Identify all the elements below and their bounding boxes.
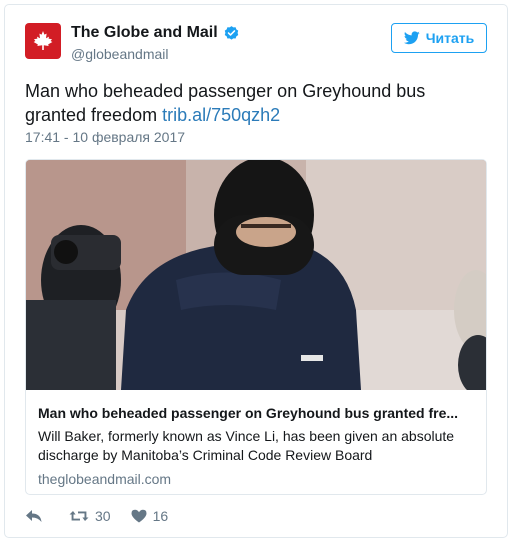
avatar[interactable] (25, 23, 61, 59)
retweet-button[interactable]: 30 (69, 508, 111, 524)
tweet-card: The Globe and Mail @globeandmail Читать … (4, 4, 508, 538)
reply-button[interactable] (25, 509, 49, 523)
tweet-timestamp[interactable]: 17:41 - 10 февраля 2017 (25, 129, 185, 145)
card-body: Man who beheaded passenger on Greyhound … (26, 390, 486, 494)
card-image[interactable] (26, 160, 486, 390)
heart-icon (131, 509, 147, 523)
account-handle[interactable]: @globeandmail (71, 46, 240, 62)
like-count: 16 (152, 508, 169, 524)
maple-leaf-icon (33, 31, 53, 50)
display-name-row: The Globe and Mail (71, 23, 240, 43)
retweet-count: 30 (95, 508, 111, 524)
tweet-link[interactable]: trib.al/750qzh2 (162, 105, 280, 125)
tweet-text: Man who beheaded passenger on Greyhound … (25, 79, 485, 127)
display-name[interactable]: The Globe and Mail (71, 24, 218, 42)
card-title[interactable]: Man who beheaded passenger on Greyhound … (38, 404, 474, 422)
follow-button[interactable]: Читать (391, 23, 487, 53)
reply-icon (26, 510, 42, 522)
follow-button-label: Читать (425, 30, 475, 46)
card-domain[interactable]: theglobeandmail.com (38, 471, 474, 487)
retweet-icon (69, 511, 89, 521)
tweet-header: The Globe and Mail @globeandmail Читать (25, 23, 487, 69)
verified-badge-icon (224, 25, 238, 40)
card-photo (26, 160, 486, 390)
twitter-bird-icon (403, 31, 420, 45)
like-button[interactable]: 16 (131, 508, 169, 524)
card-description: Will Baker, formerly known as Vince Li, … (38, 428, 455, 463)
link-preview-card[interactable]: Man who beheaded passenger on Greyhound … (25, 159, 487, 495)
tweet-actions: 30 16 (25, 505, 188, 527)
account-info: The Globe and Mail @globeandmail (71, 23, 240, 62)
